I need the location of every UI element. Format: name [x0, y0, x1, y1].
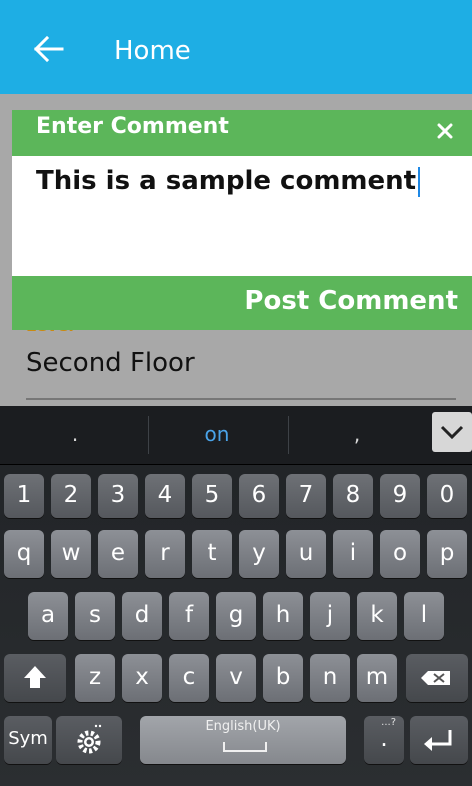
key-f[interactable]: f	[169, 592, 209, 640]
key-q[interactable]: q	[4, 530, 44, 578]
key-b[interactable]: b	[263, 654, 303, 702]
key-j[interactable]: j	[310, 592, 350, 640]
shift-arrow-icon	[24, 666, 46, 688]
space-key[interactable]: English(UK)	[140, 716, 346, 764]
key-9[interactable]: 9	[380, 474, 420, 518]
comment-input-text: This is a sample comment	[36, 166, 421, 197]
enter-icon	[424, 730, 452, 751]
level-field-value[interactable]: Second Floor	[26, 350, 195, 376]
app-bar: Home	[0, 0, 472, 94]
period-key[interactable]: . ...?	[364, 716, 404, 764]
key-r[interactable]: r	[145, 530, 185, 578]
sym-key[interactable]: Sym	[4, 716, 52, 764]
key-u[interactable]: u	[286, 530, 326, 578]
key-d[interactable]: d	[122, 592, 162, 640]
key-w[interactable]: w	[51, 530, 91, 578]
key-g[interactable]: g	[216, 592, 256, 640]
key-x[interactable]: x	[122, 654, 162, 702]
key-2[interactable]: 2	[51, 474, 91, 518]
post-comment-button[interactable]: Post Comment	[12, 276, 472, 330]
period-key-label: .	[380, 726, 388, 752]
comment-dialog: Enter Comment This is a sample comment P…	[12, 110, 472, 336]
key-7[interactable]: 7	[286, 474, 326, 518]
page-title: Home	[114, 36, 191, 66]
key-i[interactable]: i	[333, 530, 373, 578]
backspace-icon	[421, 671, 450, 685]
key-n[interactable]: n	[310, 654, 350, 702]
period-key-hint: ...?	[381, 717, 396, 728]
enter-key[interactable]	[410, 716, 468, 764]
key-s[interactable]: s	[75, 592, 115, 640]
key-5[interactable]: 5	[192, 474, 232, 518]
level-field-underline	[26, 398, 456, 400]
close-icon	[437, 123, 453, 139]
key-1[interactable]: 1	[4, 474, 44, 518]
comment-text-value: This is a sample comment	[36, 166, 417, 196]
key-k[interactable]: k	[357, 592, 397, 640]
key-3[interactable]: 3	[98, 474, 138, 518]
shift-key[interactable]	[4, 654, 66, 702]
suggestion-1[interactable]: .	[40, 424, 110, 444]
arrow-left-icon	[33, 35, 64, 63]
suggestion-3[interactable]: ,	[322, 424, 392, 444]
key-e[interactable]: e	[98, 530, 138, 578]
suggestion-2[interactable]: on	[182, 424, 252, 444]
key-m[interactable]: m	[357, 654, 397, 702]
collapse-keyboard-button[interactable]	[432, 412, 472, 452]
suggestion-divider	[288, 416, 289, 454]
settings-key[interactable]	[56, 716, 122, 764]
key-h[interactable]: h	[263, 592, 303, 640]
suggestion-divider	[148, 416, 149, 454]
suggestion-bar: . on ,	[0, 406, 472, 465]
key-a[interactable]: a	[28, 592, 68, 640]
back-button[interactable]	[33, 35, 64, 63]
dialog-header: Enter Comment	[12, 110, 472, 156]
key-o[interactable]: o	[380, 530, 420, 578]
gear-icon	[77, 724, 102, 754]
soft-keyboard: . on , 1 2 3 4 5 6 7 8 9 0 q w e r t y u…	[0, 406, 472, 786]
space-bar-icon	[223, 742, 267, 752]
key-8[interactable]: 8	[333, 474, 373, 518]
key-4[interactable]: 4	[145, 474, 185, 518]
key-6[interactable]: 6	[239, 474, 279, 518]
key-l[interactable]: l	[404, 592, 444, 640]
key-z[interactable]: z	[75, 654, 115, 702]
chevron-down-icon	[440, 425, 464, 440]
key-0[interactable]: 0	[427, 474, 467, 518]
key-c[interactable]: c	[169, 654, 209, 702]
comment-input[interactable]: This is a sample comment	[12, 156, 472, 276]
space-key-language: English(UK)	[205, 719, 281, 734]
key-t[interactable]: t	[192, 530, 232, 578]
text-caret	[418, 166, 421, 197]
key-y[interactable]: y	[239, 530, 279, 578]
dialog-title: Enter Comment	[36, 114, 229, 139]
key-p[interactable]: p	[427, 530, 467, 578]
screen: Home Level Second Floor Enter Comment Th…	[0, 0, 472, 786]
post-comment-label: Post Comment	[244, 286, 458, 316]
backspace-key[interactable]	[406, 654, 468, 702]
key-v[interactable]: v	[216, 654, 256, 702]
close-button[interactable]	[436, 122, 454, 140]
